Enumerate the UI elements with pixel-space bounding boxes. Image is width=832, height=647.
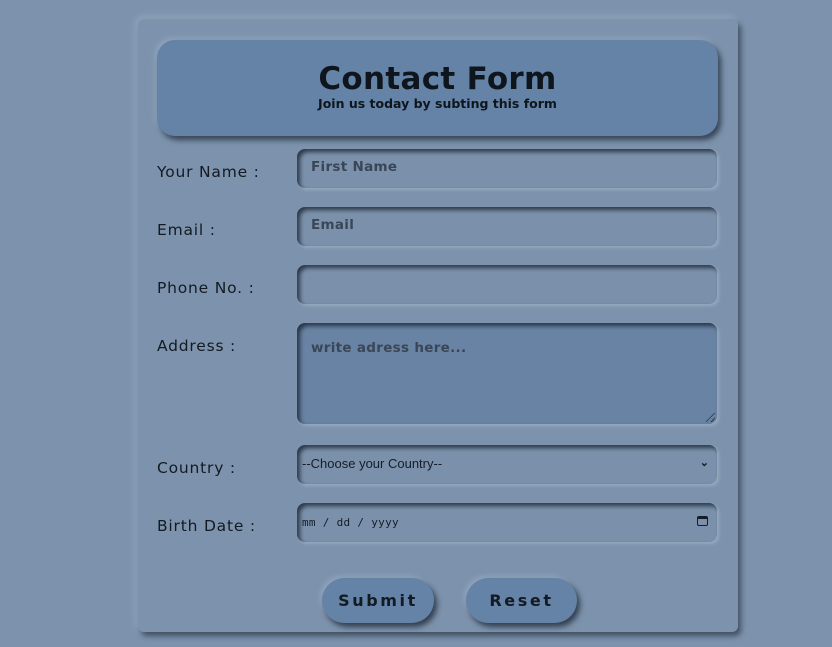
phone-label: Phone No. : <box>157 279 255 297</box>
address-placeholder: write adress here... <box>311 340 467 356</box>
email-label: Email : <box>157 221 216 239</box>
phone-input[interactable] <box>297 265 717 304</box>
reset-button[interactable]: Reset <box>466 578 577 623</box>
address-textarea[interactable]: write adress here... <box>297 323 717 424</box>
country-select[interactable]: --Choose your Country-- ⌄ <box>297 445 717 484</box>
chevron-down-icon: ⌄ <box>699 457 709 469</box>
country-selected-value: --Choose your Country-- <box>302 456 443 471</box>
form-header: Contact Form Join us today by subting th… <box>157 40 718 136</box>
contact-form-card: Contact Form Join us today by subting th… <box>138 19 738 632</box>
address-label: Address : <box>157 337 237 355</box>
calendar-icon[interactable] <box>697 516 708 526</box>
country-label: Country : <box>157 459 236 477</box>
form-subtitle: Join us today by subting this form <box>318 96 557 111</box>
name-label: Your Name : <box>157 163 260 181</box>
email-placeholder: Email <box>311 217 355 233</box>
submit-button[interactable]: Submit <box>322 578 434 623</box>
birth-date-placeholder: mm / dd / yyyy <box>302 516 399 529</box>
form-title: Contact Form <box>318 61 557 97</box>
birth-date-input[interactable]: mm / dd / yyyy <box>297 503 717 542</box>
birth-date-label: Birth Date : <box>157 517 256 535</box>
name-input[interactable]: First Name <box>297 149 717 188</box>
resize-handle-icon[interactable] <box>706 413 715 422</box>
name-placeholder: First Name <box>311 159 398 175</box>
email-input[interactable]: Email <box>297 207 717 246</box>
